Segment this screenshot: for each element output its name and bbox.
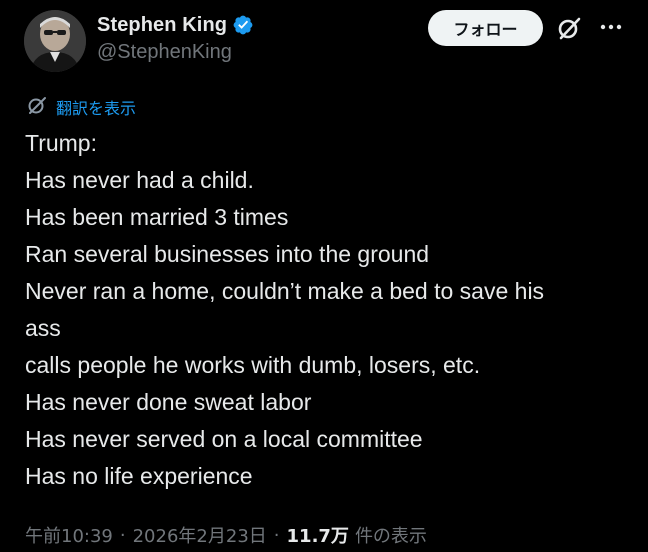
tweet-line: Ran several businesses into the ground bbox=[25, 241, 430, 267]
tweet-line: Trump: bbox=[25, 130, 97, 156]
avatar-image bbox=[24, 10, 86, 72]
show-translation-label[interactable]: 翻訳を表示 bbox=[56, 95, 136, 119]
author-info: Stephen King @StephenKing bbox=[97, 12, 254, 64]
tweet-line: ass bbox=[25, 315, 61, 341]
tweet-line: Has never done sweat labor bbox=[25, 389, 312, 415]
avatar[interactable] bbox=[24, 10, 86, 72]
user-handle[interactable]: @StephenKing bbox=[97, 41, 254, 64]
tweet-header: Stephen King @StephenKing フォロー bbox=[24, 10, 634, 72]
tweet-line: Has never served on a local committee bbox=[25, 426, 423, 452]
display-name[interactable]: Stephen King bbox=[97, 14, 227, 37]
tweet-text: Trump: Has never had a child. Has been m… bbox=[25, 125, 625, 495]
tweet-line: Has never had a child. bbox=[25, 167, 254, 193]
tweet-time[interactable]: 午前10:39 bbox=[25, 522, 113, 548]
verified-badge-icon[interactable] bbox=[232, 14, 254, 36]
views-label: 件の表示 bbox=[354, 526, 427, 547]
grok-icon[interactable] bbox=[553, 12, 585, 44]
tweet-date[interactable]: 2026年2月23日 bbox=[133, 522, 267, 548]
meta-separator: · bbox=[119, 524, 126, 546]
display-name-row: Stephen King bbox=[97, 12, 254, 38]
more-dots-icon[interactable] bbox=[596, 12, 626, 42]
tweet-metadata: 午前10:39 · 2026年2月23日 · 11.7万 件の表示 bbox=[25, 520, 427, 550]
follow-button[interactable]: フォロー bbox=[428, 10, 543, 46]
tweet-line: calls people he works with dumb, losers,… bbox=[25, 352, 481, 378]
tweet-line: Never ran a home, couldn’t make a bed to… bbox=[25, 278, 545, 304]
views-count: 11.7万 bbox=[286, 526, 349, 547]
globe-translate-icon bbox=[26, 94, 48, 121]
show-translation-link[interactable]: 翻訳を表示 bbox=[26, 95, 136, 119]
tweet-line: Has been married 3 times bbox=[25, 204, 289, 230]
views-link[interactable]: 11.7万 件の表示 bbox=[287, 522, 427, 548]
meta-separator: · bbox=[273, 524, 280, 546]
tweet-line: Has no life experience bbox=[25, 463, 253, 489]
